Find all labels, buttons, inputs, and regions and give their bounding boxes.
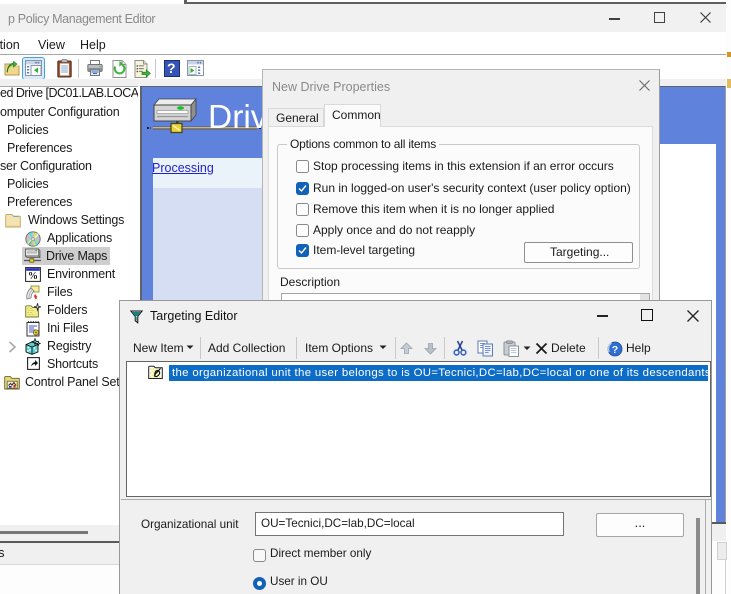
svg-text:?: ? bbox=[612, 344, 618, 356]
svg-text:%: % bbox=[28, 271, 38, 282]
